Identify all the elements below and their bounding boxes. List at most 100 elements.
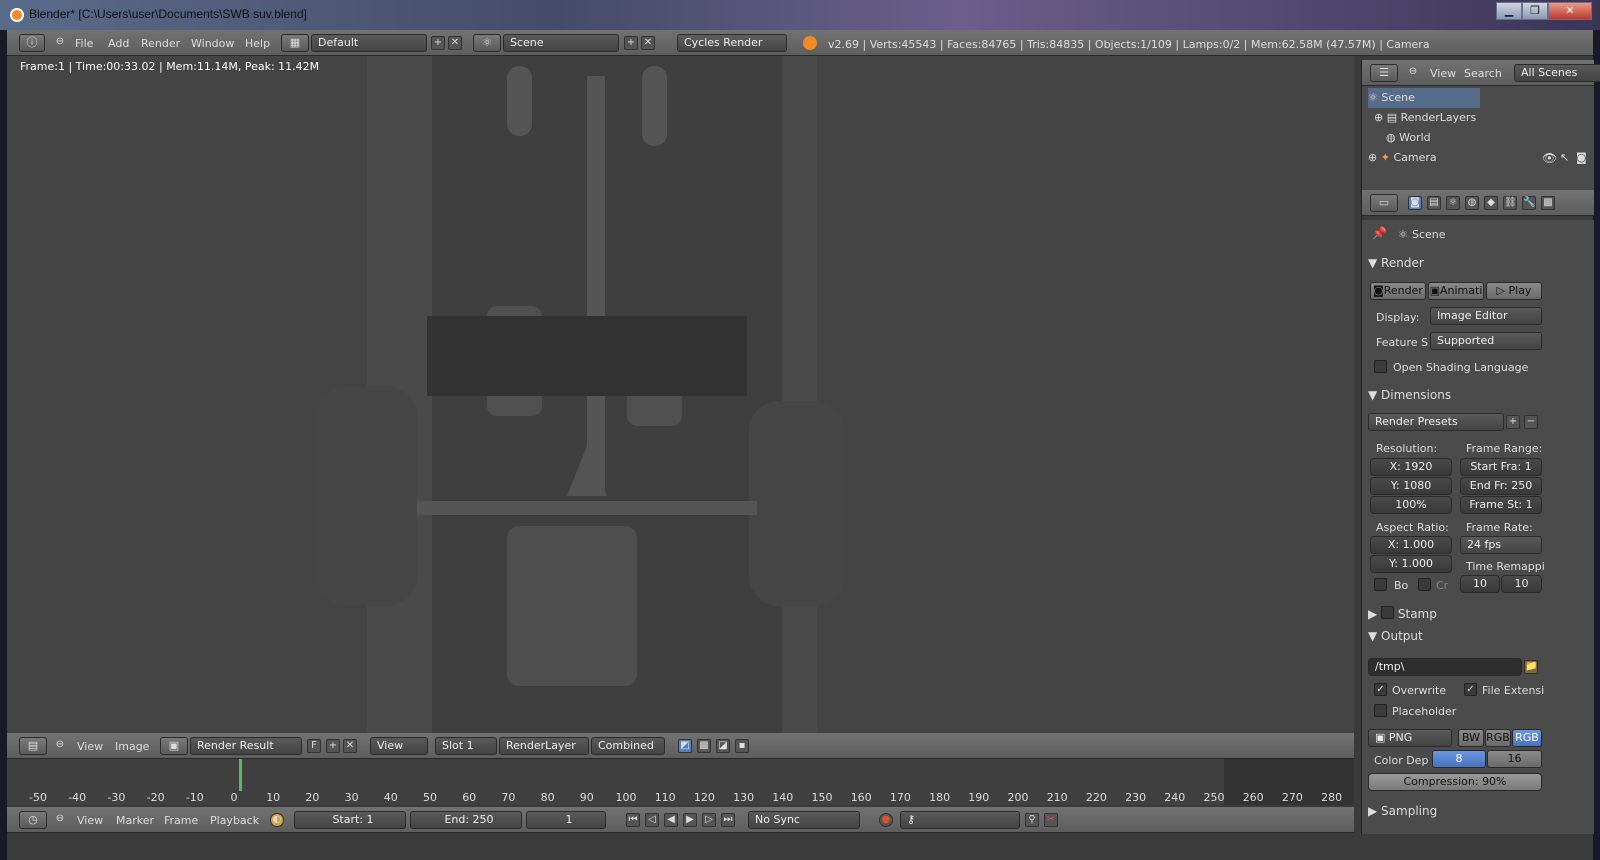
menu-help[interactable]: Help bbox=[245, 37, 270, 50]
new-image-icon[interactable]: + bbox=[326, 739, 340, 753]
jump-start-icon[interactable]: ⏮ bbox=[626, 813, 640, 827]
insert-keyframe-icon[interactable]: ⚲ bbox=[1025, 813, 1039, 827]
display-select[interactable]: Image Editor bbox=[1430, 307, 1542, 325]
collapse-icon[interactable]: ⊖ bbox=[1406, 66, 1420, 80]
render-engine-select[interactable]: Cycles Render bbox=[677, 34, 787, 52]
animation-button[interactable]: ▣Animati bbox=[1428, 282, 1484, 300]
selectable-cursor-icon[interactable]: ↖ bbox=[1560, 148, 1569, 168]
delete-keyframe-icon[interactable]: ✂ bbox=[1044, 813, 1058, 827]
feature-set-select[interactable]: Supported bbox=[1430, 332, 1542, 350]
crop-checkbox[interactable] bbox=[1418, 578, 1431, 591]
stamp-checkbox[interactable] bbox=[1381, 606, 1395, 619]
resolution-x-field[interactable]: X: 1920 bbox=[1370, 458, 1452, 476]
add-preset-icon[interactable]: + bbox=[1506, 415, 1520, 429]
remove-layout-icon[interactable]: ✕ bbox=[448, 36, 462, 50]
collapse-icon[interactable]: ⊖ bbox=[53, 36, 67, 50]
menu-marker[interactable]: Marker bbox=[116, 814, 154, 827]
color-mode-bw[interactable]: BW bbox=[1458, 729, 1484, 747]
collapse-icon[interactable]: ⊖ bbox=[53, 813, 67, 827]
color-mode-rgb[interactable]: RGB bbox=[1485, 729, 1511, 747]
view-select[interactable]: View bbox=[370, 737, 428, 755]
overwrite-checkbox[interactable]: ✓ bbox=[1374, 683, 1387, 696]
sampling-section-header[interactable]: ▶ Sampling bbox=[1368, 804, 1437, 818]
aspect-y-field[interactable]: Y: 1.000 bbox=[1370, 555, 1452, 573]
menu-frame[interactable]: Frame bbox=[164, 814, 198, 827]
render-result-viewport[interactable]: Frame:1 | Time:00:33.02 | Mem:11.14M, Pe… bbox=[7, 56, 1354, 733]
tab-constraints-icon[interactable]: ⛓ bbox=[1503, 196, 1517, 210]
jump-end-icon[interactable]: ⏭ bbox=[721, 813, 735, 827]
screen-layout-icon[interactable]: ▦ bbox=[281, 34, 309, 52]
menu-playback[interactable]: Playback bbox=[210, 814, 259, 827]
collapse-icon[interactable]: ⊖ bbox=[53, 739, 67, 753]
menu-search[interactable]: Search bbox=[1464, 67, 1502, 80]
osl-checkbox[interactable] bbox=[1374, 360, 1387, 373]
menu-add[interactable]: Add bbox=[108, 37, 129, 50]
visibility-eye-icon[interactable]: 👁 bbox=[1542, 148, 1557, 168]
sync-mode-select[interactable]: No Sync bbox=[748, 811, 860, 829]
outliner-item-camera[interactable]: ⊕ ✦ Camera bbox=[1368, 148, 1437, 168]
remove-preset-icon[interactable]: − bbox=[1524, 415, 1538, 429]
compression-slider[interactable]: Compression: 90% bbox=[1368, 773, 1542, 791]
timeline-area[interactable]: -50 -40 -30 -20 -10 0 10 20 30 40 50 60 70 80 90 100 110… bbox=[7, 759, 1354, 805]
editor-type-image-icon[interactable]: ▤ bbox=[19, 737, 47, 755]
slot-select[interactable]: Slot 1 bbox=[435, 737, 497, 755]
remove-scene-icon[interactable]: ✕ bbox=[641, 36, 655, 50]
current-frame-field[interactable]: 1 bbox=[526, 811, 606, 829]
tab-modifiers-icon[interactable]: 🔧 bbox=[1522, 196, 1536, 210]
screen-layout-field[interactable]: Default bbox=[311, 34, 427, 52]
add-scene-icon[interactable]: + bbox=[624, 36, 638, 50]
resolution-percent-field[interactable]: 100% bbox=[1370, 496, 1452, 514]
editor-type-properties-icon[interactable]: ▭ bbox=[1370, 194, 1398, 212]
draw-channels-z-icon[interactable]: ◪ bbox=[716, 739, 730, 753]
output-section-header[interactable]: ▼ Output bbox=[1368, 629, 1423, 643]
start-frame-prop[interactable]: Start Fra: 1 bbox=[1460, 458, 1542, 476]
play-icon[interactable]: ▶ bbox=[683, 813, 697, 827]
render-section-header[interactable]: ▼ Render bbox=[1368, 256, 1424, 270]
fake-user-button[interactable]: F bbox=[307, 739, 321, 753]
aspect-x-field[interactable]: X: 1.000 bbox=[1370, 536, 1452, 554]
tab-texture-icon[interactable]: ▩ bbox=[1541, 196, 1555, 210]
file-format-select[interactable]: ▣ PNG bbox=[1368, 729, 1452, 747]
editor-type-info-icon[interactable]: ⓘ bbox=[19, 34, 45, 52]
remap-old-field[interactable]: 10 bbox=[1460, 575, 1500, 593]
end-frame-field[interactable]: End: 250 bbox=[410, 811, 522, 829]
minimize-button[interactable]: ▁ bbox=[1496, 2, 1522, 20]
menu-window[interactable]: Window bbox=[191, 37, 234, 50]
tab-object-icon[interactable]: ◆ bbox=[1484, 196, 1498, 210]
play-reverse-icon[interactable]: ◀ bbox=[664, 813, 678, 827]
image-browse-icon[interactable]: ▣ bbox=[160, 737, 188, 755]
render-layer-select[interactable]: RenderLayer bbox=[499, 737, 589, 755]
menu-image[interactable]: Image bbox=[115, 740, 149, 753]
render-pass-select[interactable]: Combined bbox=[591, 737, 665, 755]
remap-new-field[interactable]: 10 bbox=[1501, 575, 1542, 593]
menu-file[interactable]: File bbox=[75, 37, 93, 50]
editor-type-timeline-icon[interactable]: ◷ bbox=[19, 811, 47, 829]
outliner-item-scene[interactable]: ⚛ Scene bbox=[1368, 88, 1480, 108]
color-depth-16[interactable]: 16 bbox=[1487, 750, 1542, 768]
tab-world-icon[interactable]: ◍ bbox=[1465, 196, 1479, 210]
jump-keyframe-forward-icon[interactable]: ▷ bbox=[702, 813, 716, 827]
render-button[interactable]: ◙Render bbox=[1370, 282, 1426, 300]
outliner-item-renderlayers[interactable]: ⊕ ▤ RenderLayers bbox=[1374, 108, 1476, 128]
renderable-camera-icon[interactable]: ◙ bbox=[1576, 148, 1587, 168]
draw-channels-alpha-icon[interactable]: ▩ bbox=[697, 739, 711, 753]
auto-keying-icon[interactable]: ● bbox=[879, 813, 893, 827]
jump-keyframe-back-icon[interactable]: ◁ bbox=[645, 813, 659, 827]
browse-folder-icon[interactable]: 📁 bbox=[1524, 660, 1538, 674]
pin-icon[interactable]: 📌 bbox=[1372, 226, 1387, 240]
image-name-field[interactable]: Render Result bbox=[190, 737, 302, 755]
menu-view[interactable]: View bbox=[77, 814, 103, 827]
start-frame-field[interactable]: Start: 1 bbox=[294, 811, 406, 829]
add-layout-icon[interactable]: + bbox=[431, 36, 445, 50]
placeholder-checkbox[interactable] bbox=[1374, 704, 1387, 717]
play-button[interactable]: ▷ Play bbox=[1486, 282, 1542, 300]
file-extensions-checkbox[interactable]: ✓ bbox=[1464, 683, 1477, 696]
frame-rate-select[interactable]: 24 fps bbox=[1460, 536, 1542, 554]
unlink-image-icon[interactable]: ✕ bbox=[343, 739, 357, 753]
frame-step-prop[interactable]: Frame St: 1 bbox=[1460, 496, 1542, 514]
stamp-section-header[interactable]: ▶ Stamp bbox=[1368, 605, 1437, 621]
menu-view[interactable]: View bbox=[1430, 67, 1456, 80]
render-presets-select[interactable]: Render Presets bbox=[1368, 413, 1504, 431]
maximize-button[interactable]: ❐ bbox=[1522, 2, 1548, 20]
draw-channels-color-icon[interactable]: ◩ bbox=[678, 739, 692, 753]
